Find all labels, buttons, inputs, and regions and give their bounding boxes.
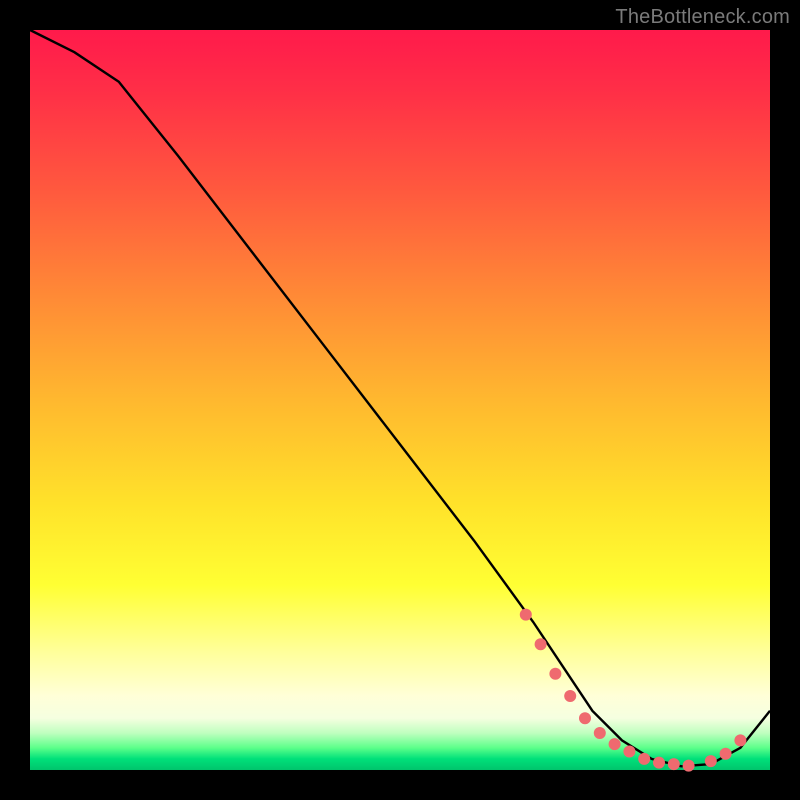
curve-marker	[520, 609, 532, 621]
curve-marker	[535, 638, 547, 650]
curve-marker	[564, 690, 576, 702]
curve-marker	[638, 753, 650, 765]
curve-marker	[720, 748, 732, 760]
curve-svg	[30, 30, 770, 770]
curve-marker	[623, 746, 635, 758]
curve-marker	[653, 757, 665, 769]
marker-group	[520, 609, 747, 772]
curve-marker	[668, 758, 680, 770]
curve-marker	[594, 727, 606, 739]
watermark-text: TheBottleneck.com	[615, 6, 790, 29]
chart-frame: TheBottleneck.com	[0, 0, 800, 800]
plot-area	[30, 30, 770, 770]
curve-marker	[734, 734, 746, 746]
bottleneck-curve	[30, 30, 770, 766]
curve-marker	[579, 712, 591, 724]
curve-marker	[683, 760, 695, 772]
curve-marker	[705, 755, 717, 767]
curve-marker	[549, 668, 561, 680]
curve-marker	[609, 738, 621, 750]
